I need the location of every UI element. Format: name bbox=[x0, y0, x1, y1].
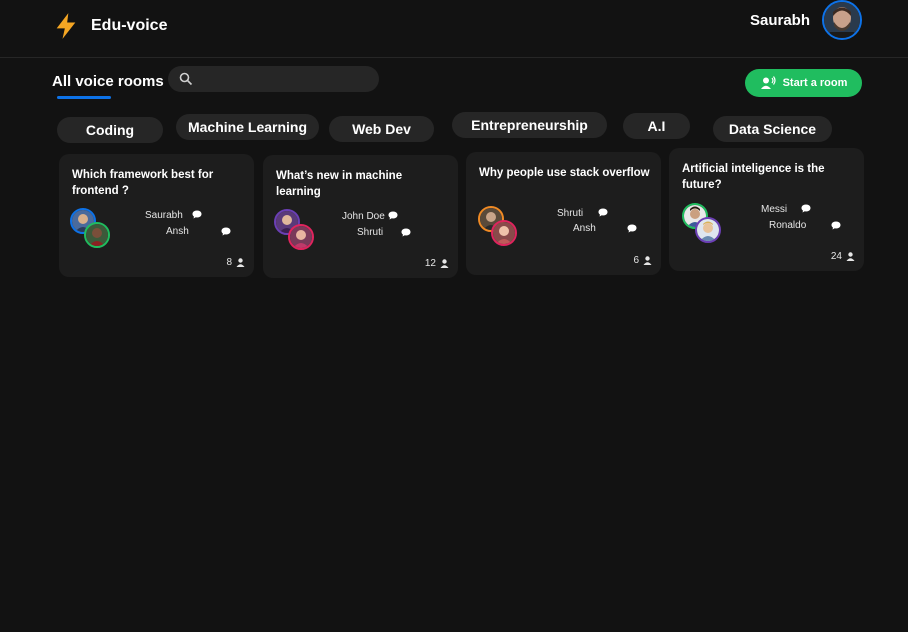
speaker-avatar bbox=[491, 220, 517, 246]
speaker-name: Ronaldo bbox=[769, 220, 807, 231]
all-rooms-title: All voice rooms bbox=[52, 73, 164, 90]
category-chip-web-dev[interactable]: Web Dev bbox=[329, 116, 434, 142]
start-room-label: Start a room bbox=[782, 77, 848, 89]
search-icon bbox=[179, 72, 193, 86]
speaker-avatar bbox=[695, 217, 721, 243]
speaker-name: Saurabh bbox=[145, 210, 183, 221]
speaker-name: Shruti bbox=[557, 208, 584, 219]
search-bar[interactable] bbox=[168, 66, 379, 92]
search-input[interactable] bbox=[200, 69, 370, 89]
room-card[interactable]: Artificial inteligence is the future? Me… bbox=[669, 148, 864, 271]
user-profile[interactable]: Saurabh bbox=[750, 0, 862, 40]
category-chip-data-science[interactable]: Data Science bbox=[713, 116, 832, 142]
active-tab-underline bbox=[57, 96, 111, 99]
lightning-bolt-icon bbox=[56, 13, 76, 39]
user-icon bbox=[440, 259, 449, 268]
room-card[interactable]: What’s new in machine learning John Doe … bbox=[263, 155, 458, 278]
app-header: Edu-voice Saurabh bbox=[0, 0, 908, 58]
room-topic: Which framework best for frontend ? bbox=[72, 169, 214, 197]
user-name: Saurabh bbox=[749, 11, 810, 29]
listener-count-value: 12 bbox=[424, 258, 436, 269]
chat-bubble-icon bbox=[192, 210, 202, 219]
category-chip-coding[interactable]: Coding bbox=[57, 117, 163, 143]
listener-count: 8 bbox=[226, 257, 245, 268]
user-icon bbox=[643, 256, 652, 265]
room-topic: What’s new in machine learning bbox=[276, 170, 403, 198]
listener-count: 24 bbox=[831, 251, 855, 262]
user-icon bbox=[236, 258, 245, 267]
room-topic: Why people use stack overflow bbox=[479, 167, 650, 179]
listener-count: 6 bbox=[633, 255, 652, 266]
listener-count-value: 24 bbox=[830, 251, 842, 262]
category-chip-entrepreneurship[interactable]: Entrepreneurship bbox=[452, 112, 607, 138]
speaker-name: Messi bbox=[761, 204, 788, 215]
listener-count-value: 8 bbox=[226, 257, 232, 268]
brand-name: Edu-voice bbox=[91, 17, 168, 34]
rooms-toolbar: All voice rooms Start a room bbox=[0, 58, 908, 108]
chat-bubble-icon bbox=[627, 224, 637, 233]
listener-count: 12 bbox=[425, 258, 449, 269]
start-room-button[interactable]: Start a room bbox=[745, 69, 862, 97]
chat-bubble-icon bbox=[388, 211, 398, 220]
listener-count-value: 6 bbox=[633, 255, 639, 266]
voice-user-icon bbox=[760, 76, 776, 89]
user-icon bbox=[846, 252, 855, 261]
chat-bubble-icon bbox=[401, 228, 411, 237]
speaker-name: Ansh bbox=[573, 223, 596, 234]
room-card[interactable]: Which framework best for frontend ? Saur… bbox=[59, 154, 254, 277]
chat-bubble-icon bbox=[801, 204, 811, 213]
user-avatar[interactable] bbox=[822, 0, 862, 40]
speaker-name: Ansh bbox=[166, 226, 189, 237]
speaker-name: Shruti bbox=[357, 227, 384, 238]
room-topic: Artificial inteligence is the future? bbox=[682, 163, 825, 191]
chat-bubble-icon bbox=[598, 208, 608, 217]
chat-bubble-icon bbox=[831, 221, 841, 230]
brand-logo[interactable]: Edu-voice bbox=[52, 12, 167, 40]
speaker-avatar bbox=[288, 224, 314, 250]
chat-bubble-icon bbox=[221, 227, 231, 236]
speaker-name: John Doe bbox=[342, 211, 385, 222]
room-card[interactable]: Why people use stack overflow Shruti Ans… bbox=[466, 152, 661, 275]
category-chip-ai[interactable]: A.I bbox=[623, 113, 690, 139]
speaker-avatar bbox=[84, 222, 110, 248]
category-chip-machine-learning[interactable]: Machine Learning bbox=[176, 114, 319, 140]
